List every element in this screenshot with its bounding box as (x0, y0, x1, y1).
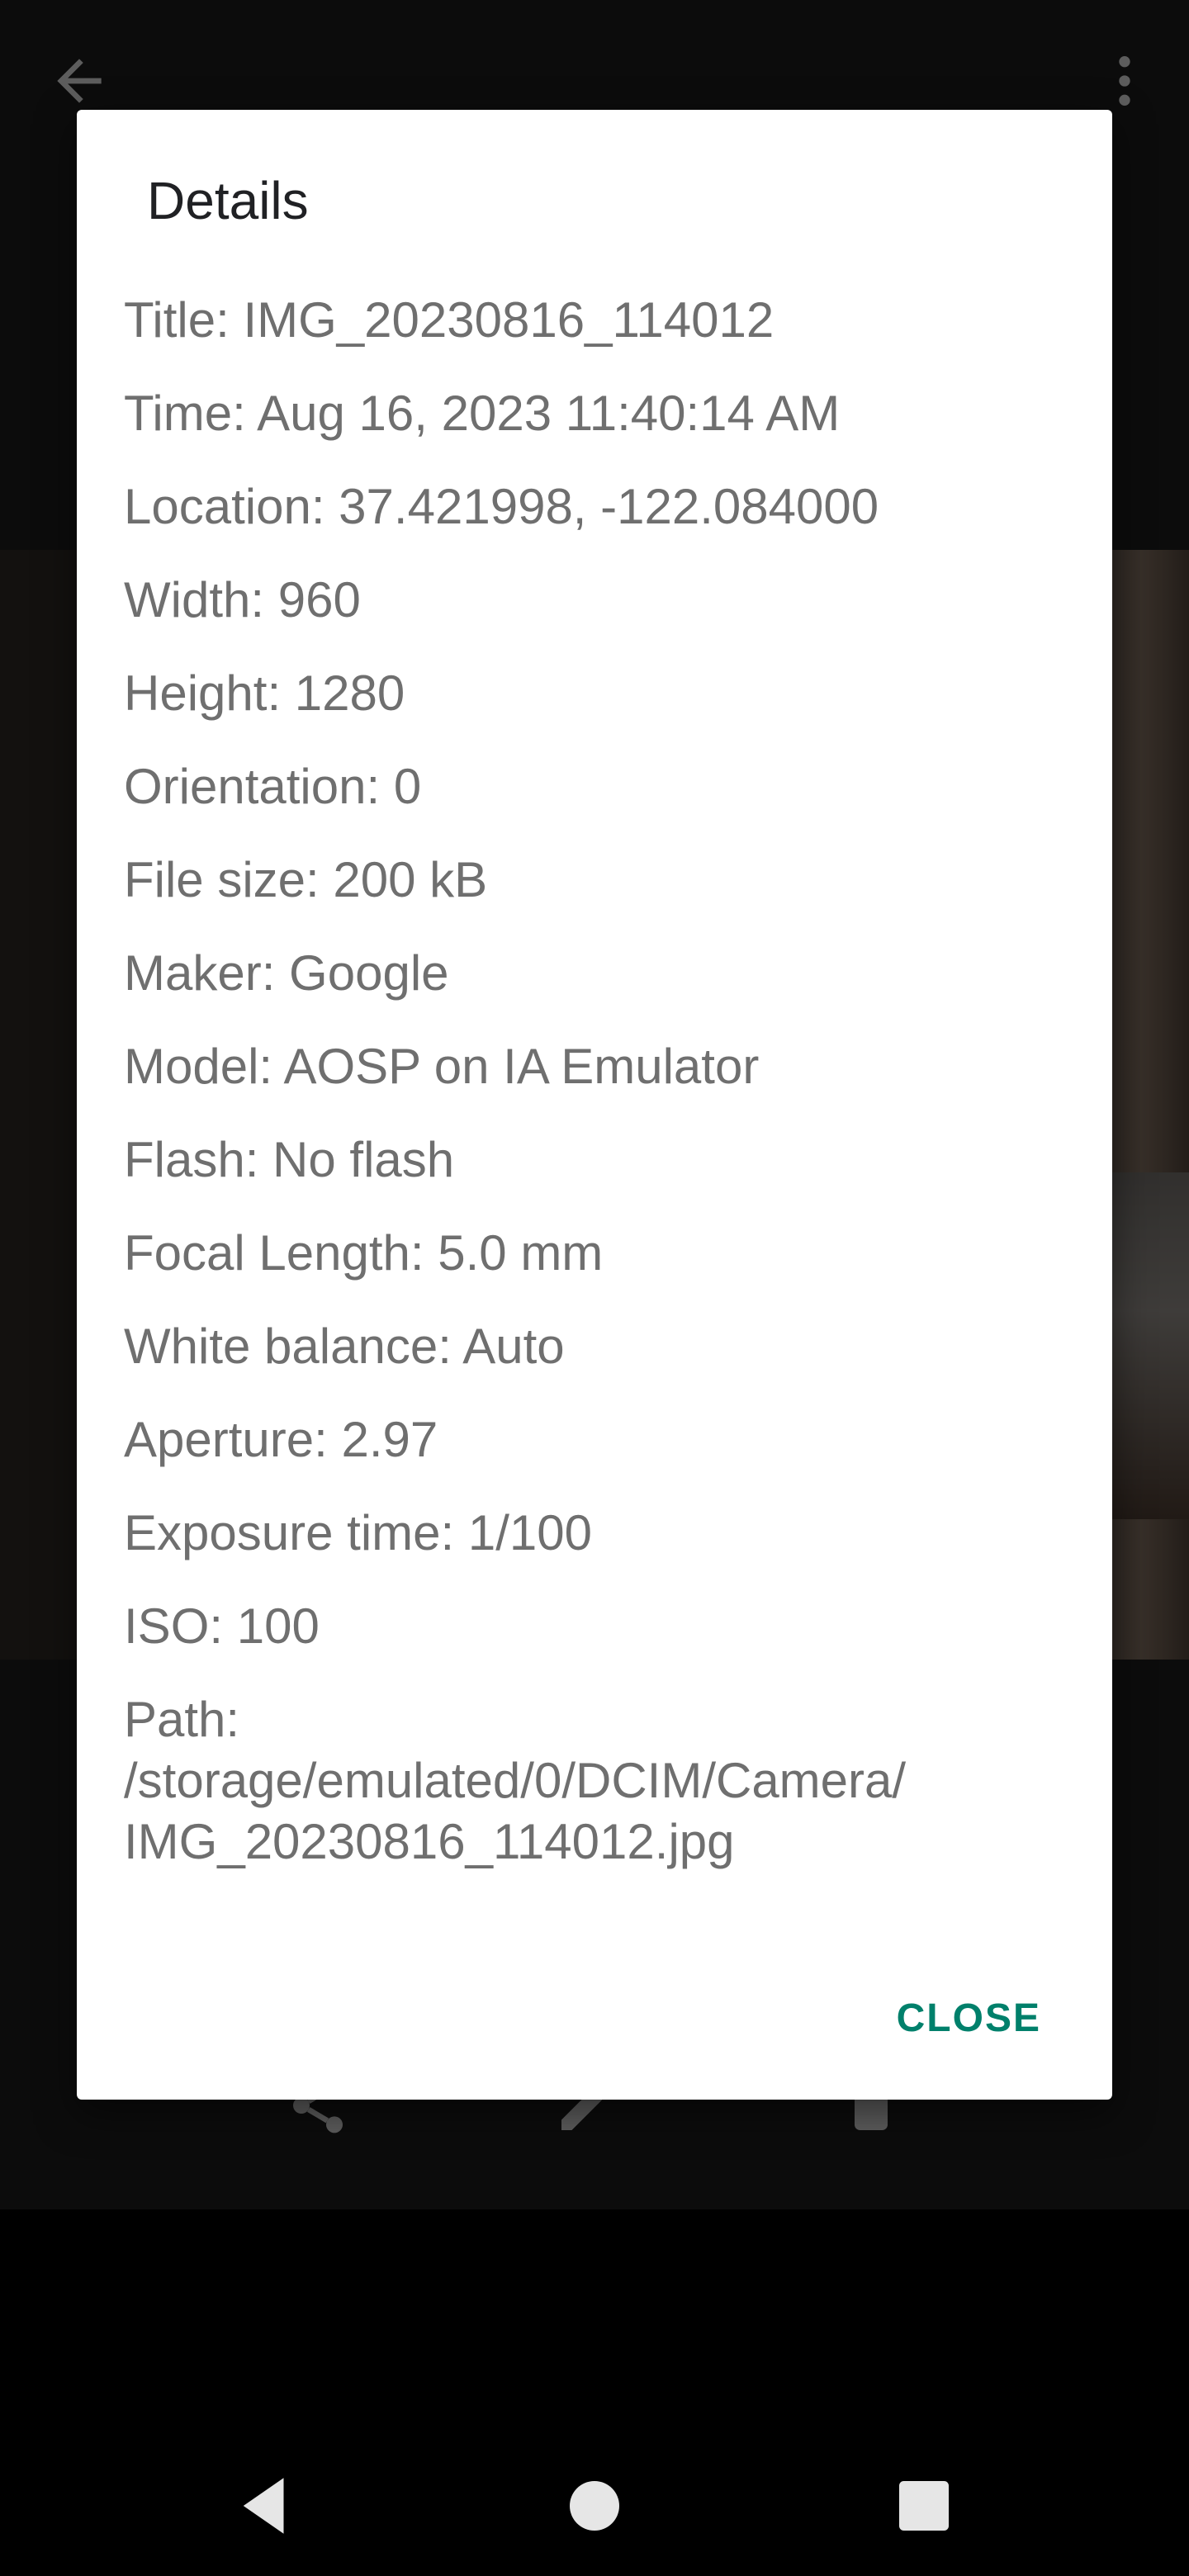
detail-model: Model: AOSP on IA Emulator (124, 1039, 760, 1094)
nav-back-icon[interactable] (228, 2469, 302, 2543)
dialog-title: Details (147, 171, 309, 230)
detail-exposure-time: Exposure time: 1/100 (124, 1505, 592, 1560)
path-label: Path: (124, 1692, 240, 1747)
detail-focal-length: Focal Length: 5.0 mm (124, 1225, 604, 1281)
nav-home-icon[interactable] (557, 2469, 632, 2543)
detail-white-balance: White balance: Auto (124, 1319, 565, 1374)
detail-time: Time: Aug 16, 2023 11:40:14 AM (124, 386, 841, 441)
detail-maker: Maker: Google (124, 945, 449, 1001)
path-directory: /storage/emulated/0/DCIM/Camera/ (124, 1753, 907, 1808)
detail-orientation: Orientation: 0 (124, 759, 422, 814)
path-filename: IMG_20230816_114012.jpg (124, 1814, 735, 1869)
nav-recents-icon[interactable] (887, 2469, 961, 2543)
detail-aperture: Aperture: 2.97 (124, 1412, 438, 1467)
detail-title: Title: IMG_20230816_114012 (124, 292, 775, 348)
detail-iso: ISO: 100 (124, 1598, 320, 1654)
detail-width: Width: 960 (124, 572, 361, 627)
detail-file-size: File size: 200 kB (124, 852, 488, 907)
detail-height: Height: 1280 (124, 665, 405, 721)
detail-flash: Flash: No flash (124, 1132, 455, 1187)
detail-location: Location: 37.421998, -122.084000 (124, 479, 879, 534)
details-dialog: Details Title: IMG_20230816_114012 Time:… (77, 110, 1112, 2100)
close-button[interactable]: CLOSE (880, 1982, 1058, 2054)
details-list: Title: IMG_20230816_114012 Time: Aug 16,… (124, 290, 1073, 1873)
detail-path: Path: /storage/emulated/0/DCIM/Camera/ I… (124, 1689, 1073, 1873)
